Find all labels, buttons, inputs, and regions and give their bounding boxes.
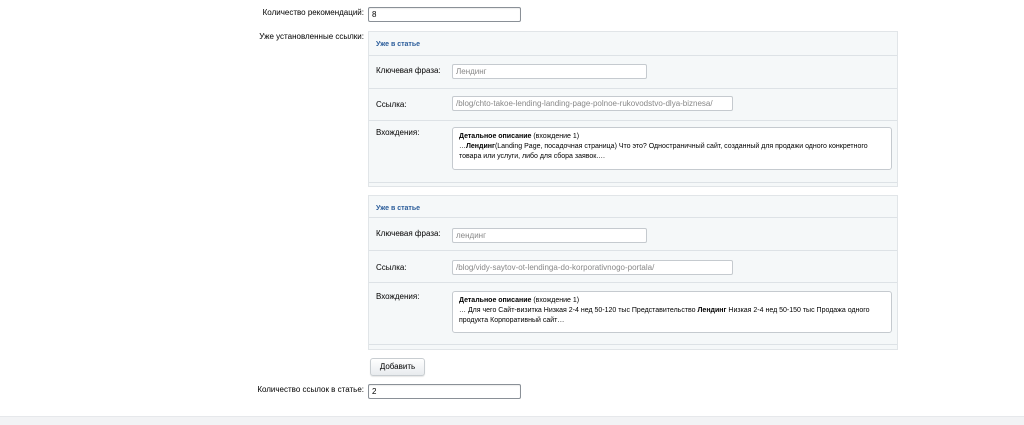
existing-links-label: Уже установленные ссылки: (259, 32, 364, 41)
occurrence-text: (Landing Page, посадочная страница) Что … (459, 143, 868, 160)
occurrence-prefix: … (459, 143, 466, 150)
occurrence-count: (вхождение 1) (531, 297, 580, 304)
occurrence-prefix: … Для чего Сайт-визитка Низкая 2-4 нед 5… (459, 307, 698, 314)
occurrences-label: Вхождения: (376, 292, 420, 301)
links-in-article-input[interactable] (368, 384, 521, 399)
link-label: Ссылка: (376, 100, 407, 109)
occurrence-title: Детальное описание (459, 297, 532, 304)
occurrence-count: (вхождение 1) (531, 133, 580, 140)
link-field[interactable]: /blog/vidy-saytov-ot-lendinga-do-korpora… (452, 260, 733, 275)
panel-title: Уже в статье (376, 205, 421, 212)
occurrence-keyword: Лендинг (697, 307, 727, 314)
links-in-article-label: Количество ссылок в статье: (257, 385, 364, 394)
panel-title: Уже в статье (376, 41, 421, 48)
occurrence-title: Детальное описание (459, 133, 532, 140)
occurrences-box: Детальное описание (вхождение 1) … Для ч… (452, 291, 892, 333)
existing-link-panel: Уже в статье Ключевая фраза: Лендинг Ссы… (368, 31, 898, 187)
recommendations-input[interactable] (368, 7, 521, 22)
keyword-label: Ключевая фраза: (376, 66, 441, 75)
add-button[interactable]: Добавить (370, 358, 425, 376)
existing-link-panel: Уже в статье Ключевая фраза: лендинг Ссы… (368, 195, 898, 350)
keyword-label: Ключевая фраза: (376, 229, 441, 238)
occurrences-label: Вхождения: (376, 128, 420, 137)
occurrences-box: Детальное описание (вхождение 1) …Лендин… (452, 127, 892, 170)
link-field[interactable]: /blog/chto-takoe-lending-landing-page-po… (452, 96, 733, 111)
keyword-field[interactable]: Лендинг (452, 64, 647, 79)
occurrence-keyword: Лендинг (466, 143, 495, 150)
keyword-field[interactable]: лендинг (452, 228, 647, 243)
recommendations-label: Количество рекомендаций: (262, 8, 364, 17)
link-label: Ссылка: (376, 263, 407, 272)
